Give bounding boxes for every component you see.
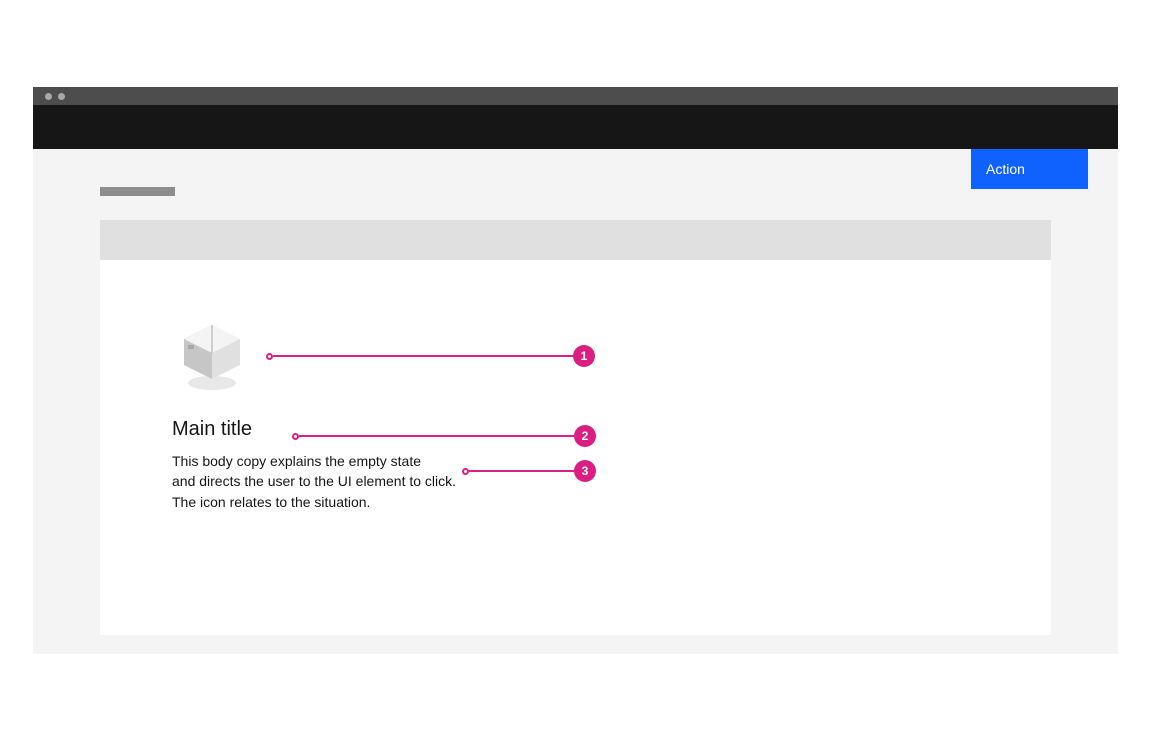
action-button[interactable]: Action [971, 149, 1088, 189]
window-frame: Action [33, 87, 1118, 654]
toolbar-bar [100, 220, 1051, 260]
body-line: This body copy explains the empty state [172, 451, 672, 471]
empty-state: Main title This body copy explains the e… [172, 315, 672, 512]
box-icon [172, 315, 252, 395]
main-panel: Main title This body copy explains the e… [100, 260, 1051, 635]
window-control-dot [45, 93, 52, 100]
window-control-dot [58, 93, 65, 100]
body-line: and directs the user to the UI element t… [172, 471, 672, 491]
body-line: The icon relates to the situation. [172, 492, 672, 512]
empty-state-body: This body copy explains the empty state … [172, 451, 672, 512]
content-area: Action [33, 149, 1118, 635]
empty-state-title: Main title [172, 418, 672, 441]
window-header [33, 105, 1118, 149]
empty-state-icon-wrap [172, 315, 672, 400]
window-chrome [33, 87, 1118, 105]
page-title-placeholder [100, 187, 175, 196]
